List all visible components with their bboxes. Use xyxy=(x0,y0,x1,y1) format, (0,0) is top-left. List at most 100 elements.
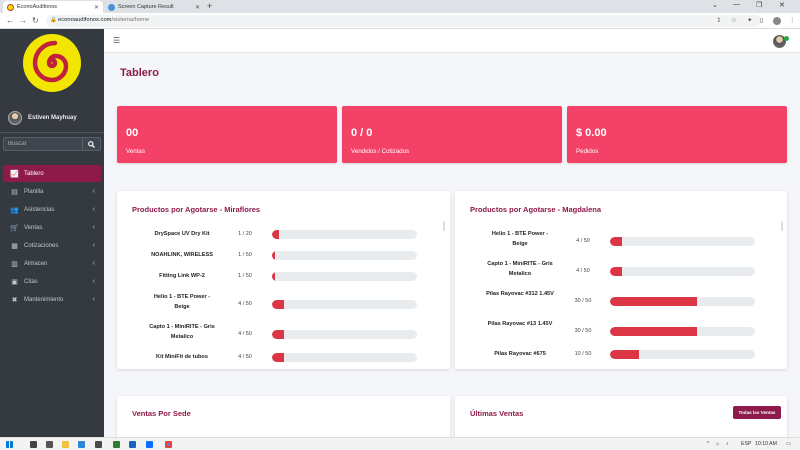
product-row: Capto 1 - MiniRITE - Gris Metalico 4 / 50 xyxy=(117,322,450,349)
divider xyxy=(0,132,104,133)
product-name: Pilas Rayovac #13 1.45V xyxy=(487,321,553,327)
product-row: Pilas Rayovac #675 10 / 50 xyxy=(455,349,787,369)
search-button[interactable] xyxy=(83,137,101,151)
product-row: Kit MiniFit de tubos 4 / 50 xyxy=(117,352,450,369)
sidebar-item-cotizaciones[interactable]: ▦ Cotizaciones ‹ xyxy=(3,237,101,254)
user-panel[interactable]: Estiven Mayhuay xyxy=(8,111,77,125)
clock[interactable]: 10:10 AM xyxy=(755,441,777,447)
stock-progress-bar xyxy=(272,330,417,339)
cart-icon: 🛒 xyxy=(10,224,19,232)
sidebar-item-tablero[interactable]: 📈 Tablero xyxy=(3,165,101,182)
os-taskbar: ^ ⌂ ♪ ESP 10:10 AM ▭ xyxy=(0,437,800,450)
windows-start-icon[interactable] xyxy=(6,441,13,448)
product-quantity: 1 / 50 xyxy=(238,252,252,258)
app-icon[interactable] xyxy=(129,441,136,448)
url-field[interactable]: 🔒 econoaudifonos.com/sistema/home xyxy=(46,15,761,27)
sidebar-item-label: Cotizaciones xyxy=(24,242,59,249)
close-tab-icon[interactable]: ✕ xyxy=(94,4,99,11)
sidebar-item-label: Citas xyxy=(24,278,38,285)
edge-icon[interactable] xyxy=(78,441,85,448)
tools-icon: ✖ xyxy=(11,296,18,304)
sidebar-item-almacen[interactable]: ▥ Almacen ‹ xyxy=(3,255,101,272)
stat-label: Pedidos xyxy=(576,148,599,155)
sidebar-item-label: Ventas xyxy=(24,224,43,231)
stat-label: Ventas xyxy=(126,148,145,155)
app-icon[interactable] xyxy=(113,441,120,448)
scrollbar[interactable] xyxy=(443,221,445,231)
warehouse-icon: ▥ xyxy=(11,260,18,268)
scrollbar[interactable] xyxy=(781,221,783,231)
minimize-icon[interactable]: — xyxy=(733,1,740,8)
sidebar-search xyxy=(3,137,101,151)
product-row: NOAHLINK, WIRELESS 1 / 50 xyxy=(117,250,450,271)
chart-area-icon: 📈 xyxy=(10,170,19,178)
product-name: Helio 1 - BTE Power - Beige xyxy=(153,294,211,310)
search-input[interactable] xyxy=(3,137,83,151)
close-tab-icon[interactable]: ✕ xyxy=(195,4,200,11)
share-icon[interactable]: ⇪ xyxy=(716,16,721,24)
logo xyxy=(23,34,81,92)
progress-fill xyxy=(272,353,284,362)
tab-label: EconoAudifonos xyxy=(17,4,58,10)
product-quantity: 4 / 50 xyxy=(576,238,590,244)
side-panel-icon[interactable]: ▯ xyxy=(760,16,764,24)
stat-value: 00 xyxy=(126,127,139,139)
reload-icon[interactable]: ↻ xyxy=(32,16,39,25)
language-indicator[interactable]: ESP xyxy=(741,441,751,447)
product-row: DrySpace UV Dry Kit 1 / 20 xyxy=(117,229,450,250)
progress-fill xyxy=(272,330,284,339)
product-name: Fitting Link WP-2 xyxy=(159,273,205,279)
sidebar-item-ventas[interactable]: 🛒 Ventas ‹ xyxy=(3,219,101,236)
browser-tab-econoaudifonos[interactable]: EconoAudifonos ✕ xyxy=(3,1,103,13)
browser-tab-bar: EconoAudifonos ✕ Screen Capture Result ✕… xyxy=(0,0,800,13)
hamburger-menu-icon[interactable]: ☰ xyxy=(113,36,120,45)
main-content: ☰ Tablero 00 Ventas 0 / 0 Vendidos / Cot… xyxy=(104,29,800,437)
sidebar-item-mantenimiento[interactable]: ✖ Mantenimiento ‹ xyxy=(3,291,101,308)
all-sales-button[interactable]: Todas las Ventas xyxy=(733,406,781,419)
forward-icon[interactable]: → xyxy=(19,16,27,25)
sidebar-item-planilla[interactable]: ▤ Planilla ‹ xyxy=(3,183,101,200)
notifications-icon[interactable]: ▭ xyxy=(786,441,791,447)
browser-tab-screen-capture[interactable]: Screen Capture Result ✕ xyxy=(104,1,204,13)
product-quantity: 30 / 50 xyxy=(574,298,592,304)
settings-icon[interactable] xyxy=(95,441,102,448)
maximize-icon[interactable]: ❐ xyxy=(756,1,762,9)
browser-menu-icon[interactable]: ⋮ xyxy=(789,16,796,24)
volume-icon[interactable]: ♪ xyxy=(726,441,729,447)
tray-chevron-icon[interactable]: ^ xyxy=(707,441,709,447)
new-tab-button[interactable]: + xyxy=(207,1,212,11)
product-quantity: 10 / 50 xyxy=(574,351,592,357)
file-icon: ▤ xyxy=(11,188,18,196)
stock-progress-bar xyxy=(610,327,755,336)
profile-avatar[interactable] xyxy=(773,17,781,25)
sidebar-item-asistencias[interactable]: 👥 Asistencias ‹ xyxy=(3,201,101,218)
product-name: DrySpace UV Dry Kit xyxy=(154,231,210,237)
vscode-icon[interactable] xyxy=(146,441,153,448)
product-row: Pilas Rayovac #13 1.45V 30 / 50 xyxy=(455,319,787,346)
stock-progress-bar xyxy=(272,230,417,239)
file-explorer-icon[interactable] xyxy=(62,441,69,448)
back-icon[interactable]: ← xyxy=(6,16,14,25)
stock-progress-bar xyxy=(272,300,417,309)
progress-fill xyxy=(610,267,622,276)
product-name: NOAHLINK, WIRELESS xyxy=(151,252,213,258)
bookmark-star-icon[interactable]: ☆ xyxy=(731,16,737,24)
network-icon[interactable]: ⌂ xyxy=(716,441,719,447)
product-quantity: 4 / 50 xyxy=(238,354,252,360)
stat-card-vendidos-cotizados: 0 / 0 Vendidos / Cotizados xyxy=(342,106,562,163)
product-quantity: 4 / 50 xyxy=(238,301,252,307)
task-view-icon[interactable] xyxy=(30,441,37,448)
spiral-logo-icon xyxy=(32,40,69,83)
progress-fill xyxy=(272,230,280,239)
close-window-icon[interactable]: ✕ xyxy=(779,1,785,9)
card-title: Productos por Agotarse - Miraflores xyxy=(132,205,261,214)
sidebar: Estiven Mayhuay 📈 Tablero ▤ Planilla ‹ 👥 Asist… xyxy=(0,29,104,437)
sidebar-item-citas[interactable]: ▣ Citas ‹ xyxy=(3,273,101,290)
chrome-icon[interactable] xyxy=(165,441,172,448)
brand-logo-area[interactable] xyxy=(0,29,104,99)
widgets-icon[interactable] xyxy=(46,441,53,448)
sidebar-item-label: Asistencias xyxy=(24,206,55,213)
extensions-icon[interactable]: ✦ xyxy=(747,16,752,24)
sidebar-nav: 📈 Tablero ▤ Planilla ‹ 👥 Asistencias ‹ 🛒 Ventas ‹ ▦… xyxy=(3,165,101,309)
tab-search-icon[interactable]: ⌄ xyxy=(712,1,718,9)
